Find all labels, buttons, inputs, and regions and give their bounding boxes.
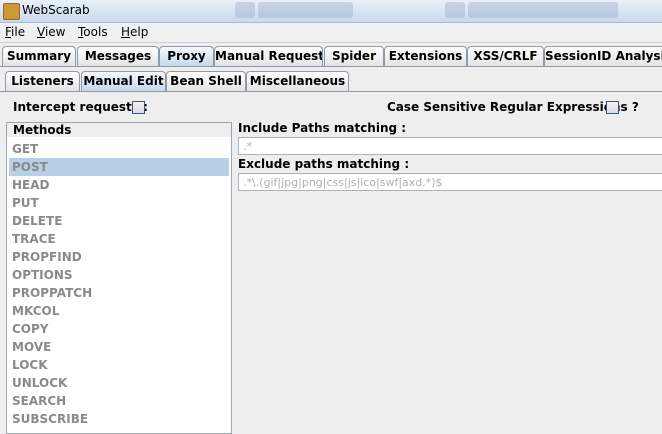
menu-help[interactable]: Help bbox=[121, 25, 148, 39]
menu-tools[interactable]: Tools bbox=[78, 25, 108, 39]
tab-summary[interactable]: Summary bbox=[2, 46, 76, 66]
exclude-paths-label: Exclude paths matching : bbox=[238, 157, 410, 171]
method-item-trace[interactable]: TRACE bbox=[9, 230, 229, 248]
menu-view[interactable]: View bbox=[37, 25, 65, 39]
tab-bean-shell[interactable]: Bean Shell bbox=[166, 71, 246, 91]
tab-spider[interactable]: Spider bbox=[324, 46, 384, 66]
include-paths-input[interactable]: .* bbox=[238, 137, 662, 155]
tab-messages[interactable]: Messages bbox=[77, 46, 159, 66]
blurred-taskbar-item bbox=[468, 2, 618, 18]
blurred-taskbar-item-icon bbox=[235, 2, 255, 18]
sub-tab-strip: Listeners Manual Edit Bean Shell Miscell… bbox=[0, 71, 662, 92]
method-item-proppatch[interactable]: PROPPATCH bbox=[9, 284, 229, 302]
method-item-post[interactable]: POST bbox=[9, 158, 229, 176]
tab-proxy[interactable]: Proxy bbox=[159, 46, 214, 66]
tab-miscellaneous[interactable]: Miscellaneous bbox=[246, 71, 349, 91]
case-sensitive-checkbox[interactable] bbox=[606, 101, 619, 114]
tab-manual-edit[interactable]: Manual Edit bbox=[81, 71, 166, 91]
method-item-propfind[interactable]: PROPFIND bbox=[9, 248, 229, 266]
blurred-taskbar-item-icon bbox=[445, 2, 465, 18]
methods-list[interactable]: GET POST HEAD PUT DELETE TRACE PROPFIND … bbox=[9, 140, 229, 428]
tab-extensions[interactable]: Extensions bbox=[384, 46, 467, 66]
main-tab-strip: Summary Messages Proxy Manual Request Sp… bbox=[0, 46, 662, 67]
methods-title: Methods bbox=[13, 123, 72, 137]
main-tab-divider bbox=[0, 66, 662, 67]
method-item-move[interactable]: MOVE bbox=[9, 338, 229, 356]
menu-file[interactable]: File bbox=[5, 25, 25, 39]
method-item-mkcol[interactable]: MKCOL bbox=[9, 302, 229, 320]
methods-panel: Methods GET POST HEAD PUT DELETE TRACE P… bbox=[6, 122, 232, 434]
method-item-get[interactable]: GET bbox=[9, 140, 229, 158]
intercept-requests-checkbox[interactable] bbox=[132, 101, 145, 114]
menu-bar: File View Tools Help bbox=[0, 23, 662, 43]
java-app-icon bbox=[3, 3, 20, 20]
method-item-options[interactable]: OPTIONS bbox=[9, 266, 229, 284]
window-title: WebScarab bbox=[22, 3, 90, 17]
case-sensitive-label: Case Sensitive Regular Expressions ? bbox=[387, 100, 639, 114]
method-item-unlock[interactable]: UNLOCK bbox=[9, 374, 229, 392]
method-item-copy[interactable]: COPY bbox=[9, 320, 229, 338]
include-paths-label: Include Paths matching : bbox=[238, 121, 407, 135]
method-item-subscribe[interactable]: SUBSCRIBE bbox=[9, 410, 229, 428]
tab-listeners[interactable]: Listeners bbox=[5, 71, 80, 91]
blurred-taskbar-item bbox=[258, 2, 353, 18]
title-bar: WebScarab bbox=[0, 0, 662, 23]
method-item-delete[interactable]: DELETE bbox=[9, 212, 229, 230]
method-item-put[interactable]: PUT bbox=[9, 194, 229, 212]
tab-sessionid-analysis[interactable]: SessionID Analysis bbox=[544, 46, 662, 66]
method-item-lock[interactable]: LOCK bbox=[9, 356, 229, 374]
exclude-paths-input[interactable]: .*\.(gif|jpg|png|css|js|ico|swf|axd.*)$ bbox=[238, 173, 662, 191]
method-item-search[interactable]: SEARCH bbox=[9, 392, 229, 410]
tab-manual-request[interactable]: Manual Request bbox=[214, 46, 323, 66]
method-item-head[interactable]: HEAD bbox=[9, 176, 229, 194]
tab-xss-crlf[interactable]: XSS/CRLF bbox=[467, 46, 544, 66]
intercept-requests-label: Intercept requests : bbox=[13, 100, 148, 114]
